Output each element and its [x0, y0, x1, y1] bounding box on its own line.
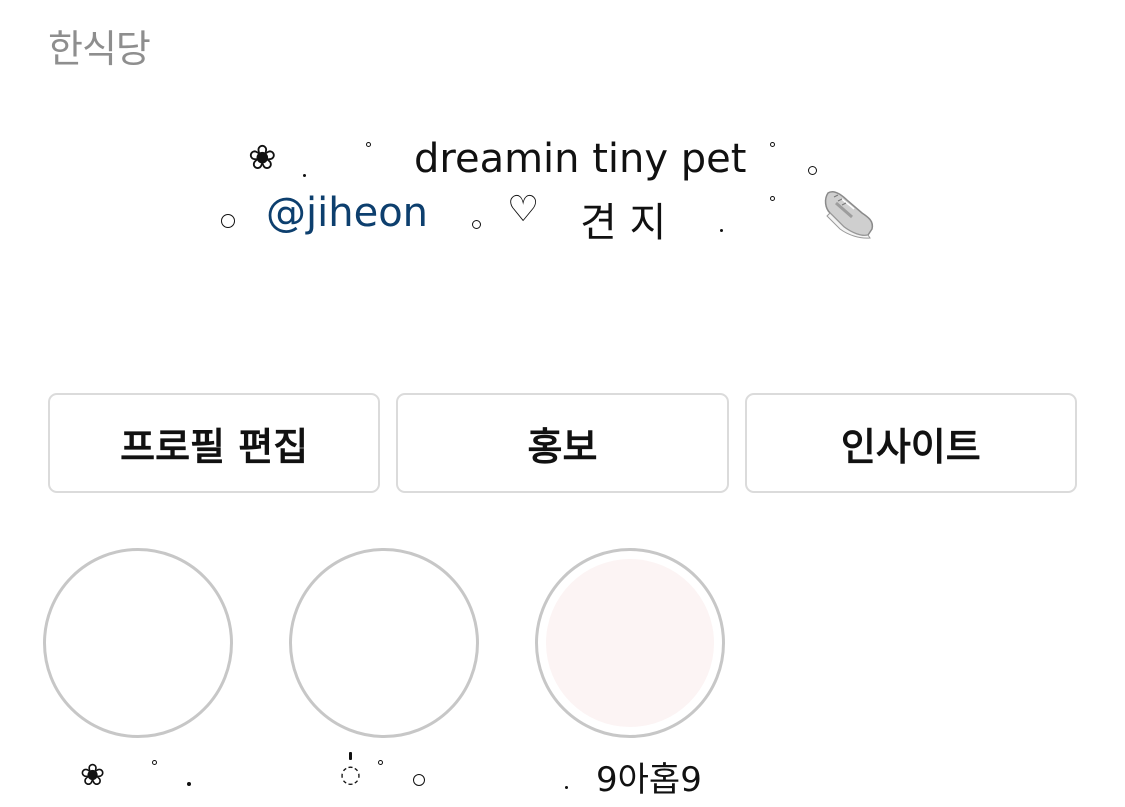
- sparkle-ring: [472, 220, 481, 229]
- sparkle-dot: [720, 229, 723, 232]
- sparkle-ring: [366, 142, 371, 147]
- story-highlight-3[interactable]: [535, 548, 725, 738]
- highlight-2-dotted-circle-icon: ◌: [340, 760, 361, 788]
- sparkle-dot: [303, 174, 306, 177]
- heart-icon: ♡: [507, 189, 540, 230]
- story-highlight-2[interactable]: [289, 548, 479, 738]
- sparkle-ring: [221, 214, 235, 228]
- flower-icon: ❀: [248, 138, 277, 178]
- sparkle-ring: [378, 760, 383, 765]
- sparkle-ring: [770, 142, 775, 147]
- edit-profile-button[interactable]: 프로필 편집: [48, 393, 381, 493]
- profile-action-buttons: 프로필 편집 홍보 인사이트: [48, 393, 1077, 493]
- highlight-3-label: 9아홉9: [596, 760, 702, 800]
- sparkle-dot: [565, 786, 568, 789]
- sparkle-ring: [770, 196, 775, 201]
- bio-line-2-text: 견 지: [580, 200, 667, 246]
- highlight-cover: [546, 559, 714, 727]
- profile-bio: ❀ dreamin tiny pet @jiheon ♡ 견 지: [0, 0, 1125, 300]
- story-highlight-1[interactable]: [43, 548, 233, 738]
- sparkle-ring: [152, 760, 157, 765]
- bio-mention-link[interactable]: @jiheon: [266, 190, 428, 236]
- bio-line-1: dreamin tiny pet: [414, 136, 747, 182]
- highlight-cover: [54, 559, 222, 727]
- sparkle-ring: [808, 166, 817, 175]
- highlight-cover: [300, 559, 468, 727]
- sneaker-icon: [824, 190, 874, 239]
- highlight-1-flower-icon: ❀: [80, 758, 106, 793]
- sparkle-ring: [413, 774, 425, 786]
- sparkle-dot: [349, 752, 352, 760]
- promote-button[interactable]: 홍보: [396, 393, 729, 493]
- sparkle-dot: [187, 782, 191, 786]
- insights-button[interactable]: 인사이트: [744, 393, 1077, 493]
